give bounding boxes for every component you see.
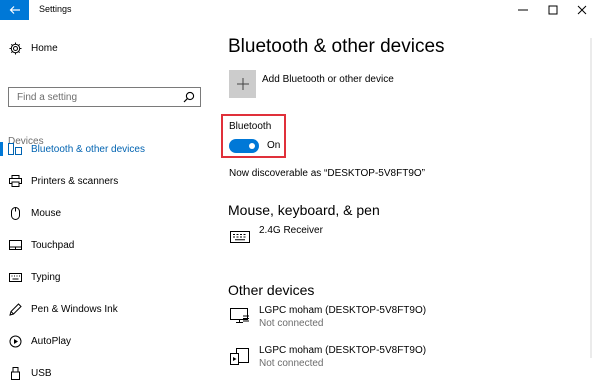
maximize-button[interactable] xyxy=(538,0,568,20)
sidebar-item-typing[interactable]: Typing xyxy=(0,266,210,288)
discoverable-text: Now discoverable as “DESKTOP-5V8FT9O” xyxy=(229,168,425,179)
mouse-icon xyxy=(8,206,22,220)
arrow-left-icon xyxy=(9,6,20,14)
network-pc-icon xyxy=(230,308,249,323)
device-item[interactable]: LGPC moham (DESKTOP-5V8FT9O) Not connect… xyxy=(229,345,559,373)
sidebar-item-label: Bluetooth & other devices xyxy=(31,143,145,155)
autoplay-icon xyxy=(8,334,22,348)
title-bar: Settings xyxy=(0,0,597,20)
pen-icon xyxy=(8,302,22,316)
add-device-button[interactable] xyxy=(229,70,256,98)
search-icon[interactable] xyxy=(183,91,195,103)
sidebar: Home Devices Bluetooth & other devices xyxy=(0,20,210,381)
search-box[interactable] xyxy=(8,87,201,107)
page-title: Bluetooth & other devices xyxy=(228,36,445,57)
back-button[interactable] xyxy=(0,0,29,20)
minimize-button[interactable] xyxy=(508,0,538,20)
active-indicator xyxy=(0,142,3,156)
device-name: LGPC moham (DESKTOP-5V8FT9O) xyxy=(259,345,427,356)
keyboard-icon xyxy=(8,270,22,284)
sidebar-item-label: Home xyxy=(31,42,58,54)
sidebar-item-label: Mouse xyxy=(31,207,62,219)
scrollbar[interactable] xyxy=(590,38,592,358)
sidebar-item-label: Typing xyxy=(31,271,61,283)
printer-icon xyxy=(8,174,22,188)
maximize-icon xyxy=(548,5,558,15)
device-name: 2.4G Receiver xyxy=(259,225,323,236)
sidebar-item-label: Printers & scanners xyxy=(31,175,119,187)
sidebar-item-label: Touchpad xyxy=(31,239,75,251)
plus-icon xyxy=(236,78,249,90)
bluetooth-toggle-state: On xyxy=(267,140,281,151)
bluetooth-toggle[interactable] xyxy=(229,139,259,153)
device-item[interactable]: 2.4G Receiver xyxy=(229,225,559,253)
search-input[interactable] xyxy=(9,88,187,106)
toggle-knob xyxy=(249,143,255,149)
device-status: Not connected xyxy=(259,358,324,369)
close-button[interactable] xyxy=(567,0,597,20)
window-title: Settings xyxy=(39,4,72,14)
sidebar-item-pen[interactable]: Pen & Windows Ink xyxy=(0,298,210,320)
touchpad-icon xyxy=(8,238,22,252)
media-pc-icon xyxy=(230,348,249,365)
other-devices-heading: Other devices xyxy=(228,282,315,298)
bluetooth-label: Bluetooth xyxy=(229,121,272,132)
device-name: LGPC moham (DESKTOP-5V8FT9O) xyxy=(259,305,427,316)
sidebar-item-label: USB xyxy=(31,367,52,379)
mouse-keyboard-pen-heading: Mouse, keyboard, & pen xyxy=(228,202,380,218)
sidebar-item-mouse[interactable]: Mouse xyxy=(0,202,210,224)
close-icon xyxy=(577,5,587,15)
sidebar-item-touchpad[interactable]: Touchpad xyxy=(0,234,210,256)
keyboard-icon xyxy=(230,231,250,243)
sidebar-item-autoplay[interactable]: AutoPlay xyxy=(0,330,210,352)
device-status: Not connected xyxy=(259,318,324,329)
gear-icon xyxy=(8,41,22,55)
sidebar-item-bluetooth[interactable]: Bluetooth & other devices xyxy=(0,138,210,160)
device-item[interactable]: LGPC moham (DESKTOP-5V8FT9O) Not connect… xyxy=(229,305,559,333)
sidebar-item-label: Pen & Windows Ink xyxy=(31,303,118,315)
bluetooth-devices-icon xyxy=(8,142,22,156)
sidebar-item-printers[interactable]: Printers & scanners xyxy=(0,170,210,192)
add-device-link[interactable]: Add Bluetooth or other device xyxy=(262,74,394,85)
usb-icon xyxy=(8,366,22,380)
sidebar-item-label: AutoPlay xyxy=(31,335,72,347)
minimize-icon xyxy=(518,9,528,11)
sidebar-item-home[interactable]: Home xyxy=(0,37,210,59)
